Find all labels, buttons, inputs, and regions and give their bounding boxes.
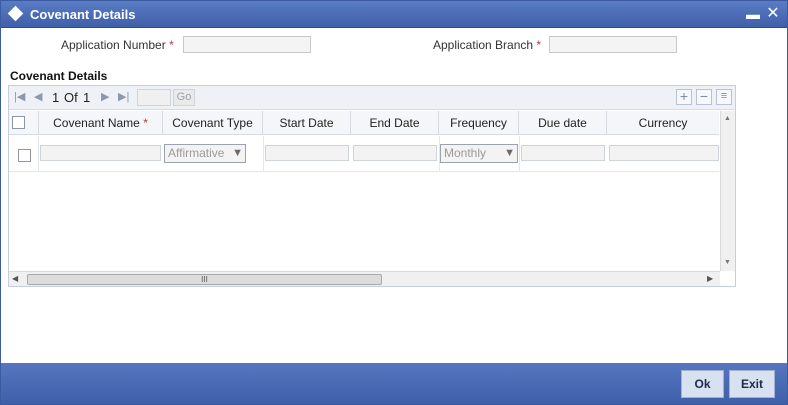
select-all-cell: [9, 111, 39, 135]
minimize-icon[interactable]: ▬: [745, 5, 761, 23]
pager-current: 1: [52, 90, 60, 105]
column-header-covenant-name[interactable]: Covenant Name *: [39, 111, 163, 135]
cell-separator: [519, 136, 520, 172]
column-header-start-date[interactable]: Start Date: [263, 111, 351, 135]
title-bar: Covenant Details ▬ ✕: [1, 1, 787, 28]
vertical-scrollbar[interactable]: ▲ ▼: [720, 111, 735, 271]
end-date-input[interactable]: [353, 145, 437, 161]
scroll-left-icon[interactable]: ◀: [12, 274, 18, 283]
column-header-covenant-type[interactable]: Covenant Type: [163, 111, 263, 135]
frequency-select[interactable]: Monthly ▼: [440, 144, 518, 163]
start-date-input[interactable]: [265, 145, 349, 161]
currency-input[interactable]: [609, 145, 719, 161]
cell-separator: [263, 136, 264, 172]
exit-button[interactable]: Exit: [729, 370, 775, 398]
grid-toolbar: |◀ ◀ 1 Of 1 ▶ ▶| Go + − ≡: [9, 86, 735, 110]
covenant-name-input[interactable]: [40, 145, 161, 161]
scroll-right-icon[interactable]: ▶: [707, 274, 713, 283]
pager-of-label: Of: [64, 90, 78, 105]
due-date-input[interactable]: [521, 145, 605, 161]
column-header-currency[interactable]: Currency: [607, 111, 719, 135]
pager-total: 1: [83, 90, 91, 105]
scroll-up-icon[interactable]: ▲: [724, 115, 731, 122]
chevron-down-icon: ▼: [504, 147, 515, 159]
delete-row-icon[interactable]: −: [696, 89, 712, 105]
window-title: Covenant Details: [30, 7, 136, 22]
row-select-checkbox[interactable]: [18, 149, 31, 162]
grid-header-row: Covenant Name * Covenant Type Start Date…: [9, 111, 719, 135]
application-number-input[interactable]: [183, 36, 311, 53]
section-title: Covenant Details: [10, 69, 108, 83]
footer-bar: Ok Exit: [1, 363, 787, 404]
previous-page-icon[interactable]: ◀: [34, 90, 42, 103]
go-button[interactable]: Go: [173, 89, 195, 106]
application-number-label: Application Number *: [61, 38, 174, 52]
table-row: Affirmative ▼ Monthly ▼: [9, 136, 719, 172]
application-branch-input[interactable]: [549, 36, 677, 53]
single-view-icon[interactable]: ≡: [716, 89, 732, 105]
horizontal-scroll-thumb[interactable]: III: [27, 274, 382, 285]
last-page-icon[interactable]: ▶|: [118, 90, 129, 103]
scroll-down-icon[interactable]: ▼: [724, 259, 731, 266]
horizontal-scrollbar[interactable]: ◀ III ▶: [9, 271, 720, 286]
column-header-frequency[interactable]: Frequency: [439, 111, 519, 135]
add-row-icon[interactable]: +: [676, 89, 692, 105]
chevron-down-icon: ▼: [232, 147, 243, 159]
column-header-due-date[interactable]: Due date: [519, 111, 607, 135]
covenant-details-window: Covenant Details ▬ ✕ Application Number …: [0, 0, 788, 405]
ok-button[interactable]: Ok: [681, 370, 724, 398]
select-all-checkbox[interactable]: [12, 116, 25, 129]
next-page-icon[interactable]: ▶: [101, 90, 109, 103]
window-diamond-icon: [7, 5, 24, 22]
application-branch-label: Application Branch *: [433, 38, 542, 52]
covenant-grid: |◀ ◀ 1 Of 1 ▶ ▶| Go + − ≡ Covenant Name …: [8, 85, 736, 287]
cell-separator: [38, 136, 39, 172]
close-icon[interactable]: ✕: [765, 5, 781, 23]
column-header-end-date[interactable]: End Date: [351, 111, 439, 135]
covenant-type-select[interactable]: Affirmative ▼: [164, 144, 246, 163]
page-number-input[interactable]: [137, 89, 171, 106]
first-page-icon[interactable]: |◀: [14, 90, 25, 103]
